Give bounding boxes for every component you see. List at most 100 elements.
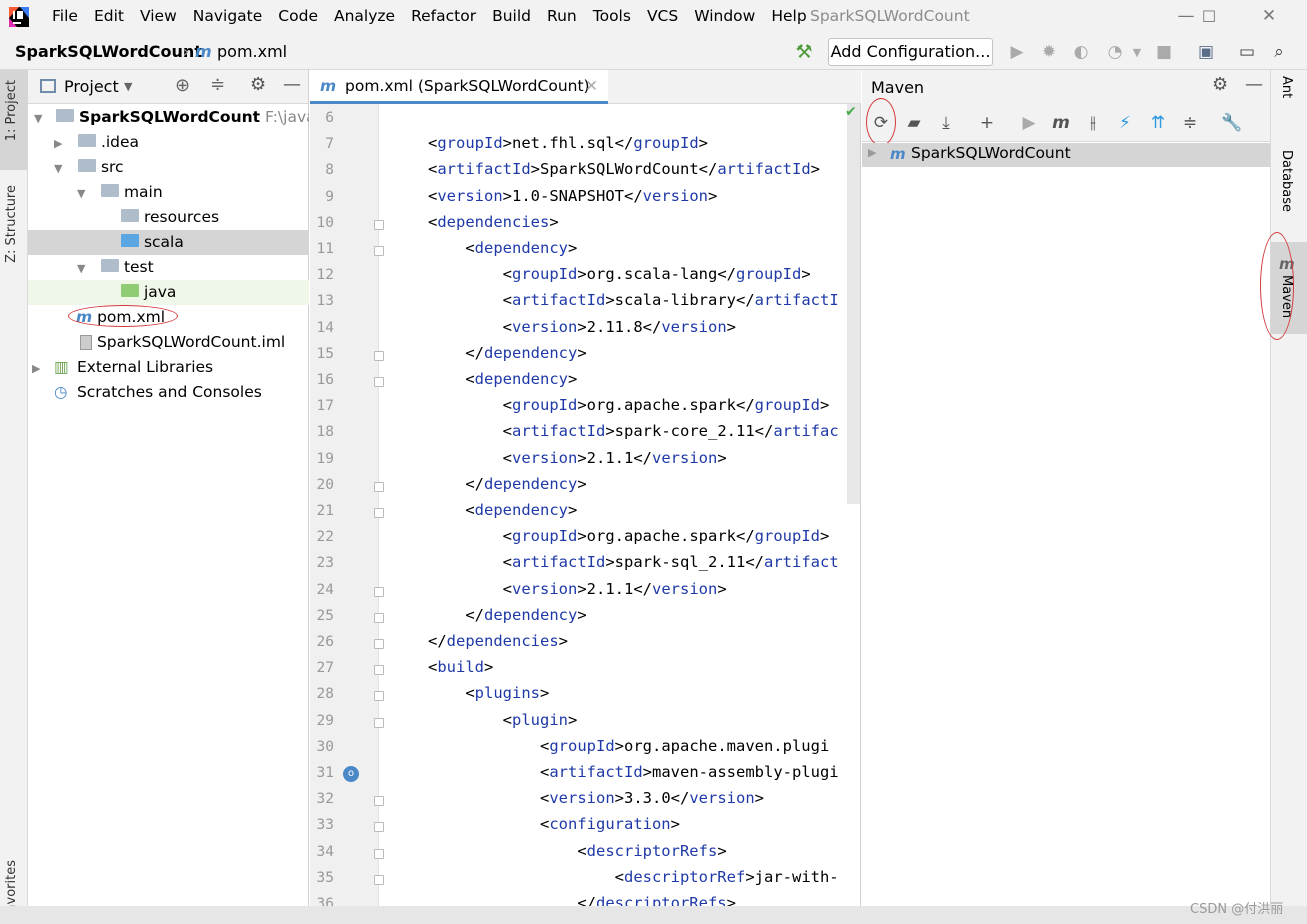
fold-marker-icon[interactable] (374, 350, 384, 361)
menu-refactor[interactable]: Refactor (403, 0, 484, 33)
expand-arrow-icon[interactable]: ▶ (868, 146, 876, 159)
add-icon[interactable]: + (974, 110, 1000, 136)
run-maven-build-icon[interactable]: ▶ (1016, 110, 1042, 136)
vertical-scrollbar[interactable] (847, 104, 860, 504)
tree-item-external-libraries[interactable]: ▶ ▥ External Libraries (28, 355, 309, 380)
maven-project-row[interactable]: ▶ m SparkSQLWordCount (862, 143, 1270, 167)
menu-bar: File Edit View Navigate Code Analyze Ref… (0, 0, 1307, 33)
menu-code[interactable]: Code (270, 0, 326, 33)
menu-build[interactable]: Build (484, 0, 539, 33)
close-tab-icon[interactable]: ✕ (585, 70, 598, 103)
menu-edit[interactable]: Edit (86, 0, 132, 33)
collapse-all-icon[interactable]: ≑ (1177, 110, 1203, 136)
code-line: <version>1.0-SNAPSHOT</version> (428, 186, 718, 205)
collapse-all-icon[interactable]: ≑ (210, 74, 225, 95)
run-icon[interactable]: ▶ (1003, 38, 1031, 66)
no-problems-check-icon: ✔ (845, 104, 857, 120)
line-number: 30 (316, 738, 334, 755)
editor-tab-pom[interactable]: m pom.xml (SparkSQLWordCount) ✕ (310, 70, 608, 104)
maven-settings-wrench-icon[interactable]: 🔧 (1219, 110, 1245, 136)
code-line: </dependency> (465, 343, 587, 362)
locate-icon[interactable]: ⊕ (175, 75, 190, 96)
gear-icon[interactable]: ⚙ (250, 74, 266, 95)
maximize-icon[interactable]: ☐ (1186, 0, 1232, 33)
line-number: 16 (316, 372, 334, 388)
tree-item-project-root[interactable]: ▼ SparkSQLWordCount F:\java\Sp (28, 105, 309, 130)
fold-marker-icon[interactable] (374, 639, 384, 649)
tree-item-test[interactable]: ▼ test (28, 255, 309, 280)
fold-marker-icon[interactable] (374, 848, 384, 859)
fold-marker-icon[interactable] (374, 586, 384, 597)
project-path: F:\java\Sp (265, 108, 309, 126)
line-number: 17 (316, 398, 334, 415)
fold-marker-icon[interactable] (374, 796, 384, 807)
fold-marker-icon[interactable] (374, 377, 384, 387)
gear-icon[interactable]: ⚙ (1212, 74, 1228, 95)
tab-ant[interactable]: Ant (1279, 76, 1294, 98)
menu-run[interactable]: Run (539, 0, 585, 33)
tree-item-java[interactable]: java (28, 280, 309, 305)
fold-marker-icon[interactable] (374, 665, 384, 676)
coverage-icon[interactable]: ◐ (1067, 38, 1095, 66)
breadcrumb-file[interactable]: pom.xml (217, 33, 287, 70)
add-configuration-button[interactable]: Add Configuration... (828, 38, 993, 66)
fold-marker-icon[interactable] (374, 822, 384, 833)
hide-panel-icon[interactable]: — (1245, 74, 1263, 95)
search-icon[interactable]: ⌕ (1265, 38, 1293, 66)
menu-help[interactable]: Help (763, 0, 814, 33)
fold-marker-icon[interactable] (374, 612, 384, 623)
fold-marker-icon[interactable] (374, 874, 384, 885)
show-dependencies-icon[interactable]: ⇈ (1145, 110, 1171, 136)
project-structure-icon[interactable]: ▣ (1192, 38, 1220, 66)
close-icon[interactable]: ✕ (1246, 0, 1292, 33)
project-panel-title[interactable]: Project (64, 77, 119, 96)
fold-marker-icon[interactable] (374, 717, 384, 728)
menu-vcs[interactable]: VCS (639, 0, 686, 33)
menu-file[interactable]: File (44, 0, 86, 33)
menu-window[interactable]: Window (686, 0, 763, 33)
tab-structure[interactable]: Z: Structure (4, 185, 19, 263)
test-folder-icon (121, 284, 139, 297)
generate-sources-icon[interactable]: ▰ (901, 110, 927, 136)
line-number: 24 (316, 581, 334, 598)
tree-item-scratches[interactable]: ◷ Scratches and Consoles (28, 380, 309, 405)
build-hammer-icon[interactable]: ⚒ (790, 38, 818, 66)
tree-item-scala[interactable]: scala (28, 230, 309, 255)
debug-icon[interactable]: ✹ (1035, 38, 1063, 66)
fold-marker-icon[interactable] (374, 691, 384, 702)
fold-marker-icon[interactable] (374, 481, 384, 492)
line-number: 21 (316, 503, 334, 519)
tree-item-resources[interactable]: resources (28, 205, 309, 230)
tree-item-label: SparkSQLWordCount.iml (96, 333, 286, 351)
stop-icon[interactable]: ■ (1150, 38, 1178, 66)
tab-database[interactable]: Database (1279, 150, 1294, 212)
tree-item-iml[interactable]: SparkSQLWordCount.iml (28, 330, 309, 355)
profile-dropdown-icon[interactable]: ▼ (1123, 38, 1151, 66)
code-line: <groupId>org.apache.spark</groupId> (502, 396, 830, 415)
tree-item-idea[interactable]: ▶ .idea (28, 130, 309, 155)
menu-tools[interactable]: Tools (585, 0, 639, 33)
code-line: <plugins> (465, 684, 550, 703)
view-dropdown-icon[interactable]: ▼ (124, 80, 132, 93)
fold-marker-icon[interactable] (374, 219, 384, 230)
tree-item-main[interactable]: ▼ main (28, 180, 309, 205)
breadcrumb-project[interactable]: SparkSQLWordCount (15, 33, 202, 70)
download-icon[interactable]: ⤓ (933, 110, 959, 136)
line-number: 23 (316, 555, 334, 572)
execute-maven-goal-icon[interactable]: m (1048, 110, 1074, 136)
presentation-icon[interactable]: ▭ (1233, 38, 1261, 66)
menu-view[interactable]: View (132, 0, 185, 33)
hide-panel-icon[interactable]: — (283, 74, 301, 95)
toggle-offline-icon[interactable]: ⫲ (1080, 110, 1106, 136)
menu-analyze[interactable]: Analyze (326, 0, 403, 33)
fold-marker-icon[interactable] (374, 246, 384, 256)
tab-project[interactable]: 1: Project (4, 80, 19, 141)
fold-marker-icon[interactable] (374, 508, 384, 518)
editor-tab-bar: m pom.xml (SparkSQLWordCount) ✕ (310, 70, 861, 104)
tab-favorites[interactable]: avorites (4, 860, 19, 912)
tree-item-src[interactable]: ▼ src (28, 155, 309, 180)
skip-tests-icon[interactable]: ⚡ (1112, 110, 1138, 136)
overridden-method-icon[interactable]: o (343, 766, 359, 782)
annotation-circle-reload (866, 98, 896, 146)
menu-navigate[interactable]: Navigate (185, 0, 271, 33)
